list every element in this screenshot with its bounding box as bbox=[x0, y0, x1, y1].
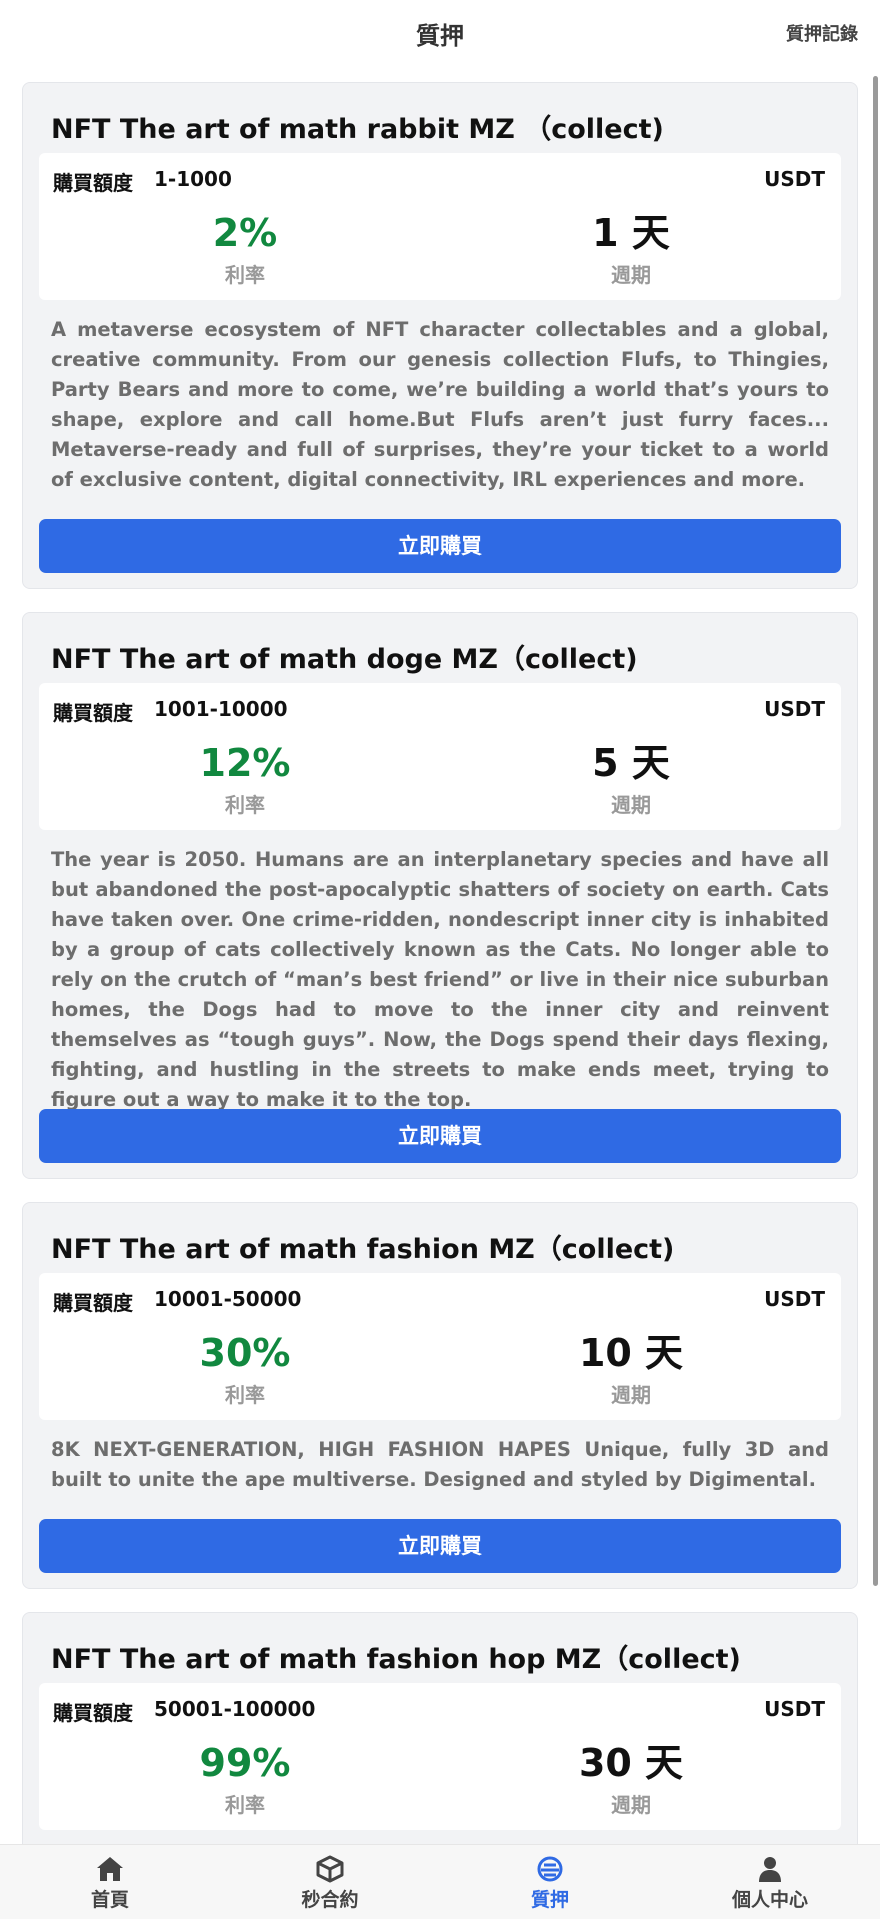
period-label: 週期 bbox=[611, 1383, 651, 1407]
product-list[interactable]: NFT The art of math rabbit MZ （collect) … bbox=[0, 62, 880, 1844]
user-icon bbox=[759, 1857, 781, 1882]
currency-label: USDT bbox=[764, 167, 825, 191]
rate-label: 利率 bbox=[225, 1793, 265, 1817]
tab-profile[interactable]: 個人中心 bbox=[660, 1845, 880, 1919]
rate-label: 利率 bbox=[225, 263, 265, 287]
product-card: NFT The art of math fashion MZ（collect) … bbox=[22, 1202, 858, 1589]
period-value: 1 天 bbox=[592, 211, 670, 255]
period-stat: 30 天 週期 bbox=[481, 1741, 781, 1818]
product-description: 8K NEXT-GENERATION, HIGH FASHION HAPES U… bbox=[51, 1438, 829, 1491]
period-stat: 1 天 週期 bbox=[481, 211, 781, 288]
rate-value: 12% bbox=[199, 741, 291, 785]
period-label: 週期 bbox=[611, 793, 651, 817]
rate-stat: 30% 利率 bbox=[95, 1331, 395, 1408]
buy-now-button[interactable]: 立即購買 bbox=[39, 519, 841, 573]
tab-label: 個人中心 bbox=[731, 1889, 808, 1911]
period-label: 週期 bbox=[611, 1793, 651, 1817]
tab-home[interactable]: 首頁 bbox=[0, 1845, 220, 1919]
buy-now-button[interactable]: 立即購買 bbox=[39, 1519, 841, 1573]
product-title: NFT The art of math rabbit MZ （collect) bbox=[51, 114, 664, 145]
vertical-scrollbar[interactable] bbox=[873, 76, 878, 1586]
tab-contract[interactable]: 秒合約 bbox=[220, 1845, 440, 1919]
product-info: 購買額度 1001-10000 USDT 12% 利率 5 天 週期 bbox=[39, 683, 841, 830]
product-title: NFT The art of math doge MZ（collect) bbox=[51, 644, 638, 675]
cube-icon bbox=[316, 1855, 344, 1883]
period-value: 30 天 bbox=[578, 1741, 684, 1785]
product-card: NFT The art of math fashion hop MZ（colle… bbox=[22, 1612, 858, 1844]
period-value: 10 天 bbox=[578, 1331, 684, 1375]
period-stat: 5 天 週期 bbox=[481, 741, 781, 818]
rate-value: 2% bbox=[212, 211, 278, 255]
rate-stat: 2% 利率 bbox=[95, 211, 395, 288]
tab-stake[interactable]: 質押 bbox=[440, 1845, 660, 1919]
period-stat: 10 天 週期 bbox=[481, 1331, 781, 1408]
home-icon bbox=[97, 1857, 123, 1881]
quota-value: 10001-50000 bbox=[154, 1287, 302, 1311]
period-label: 週期 bbox=[611, 263, 651, 287]
buy-now-button[interactable]: 立即購買 bbox=[39, 1109, 841, 1163]
product-card: NFT The art of math doge MZ（collect) 購買額… bbox=[22, 612, 858, 1179]
period-value: 5 天 bbox=[592, 741, 670, 785]
stake-records-link[interactable]: 質押記錄 bbox=[786, 20, 858, 46]
tab-label: 質押 bbox=[530, 1889, 569, 1911]
quota-value: 50001-100000 bbox=[154, 1697, 316, 1721]
product-card: NFT The art of math rabbit MZ （collect) … bbox=[22, 82, 858, 589]
product-description: The year is 2050. Humans are an interpla… bbox=[51, 848, 829, 1111]
tab-label: 首頁 bbox=[90, 1889, 129, 1911]
rate-label: 利率 bbox=[225, 793, 265, 817]
rate-value: 30% bbox=[199, 1331, 291, 1375]
currency-label: USDT bbox=[764, 1287, 825, 1311]
page-title: 質押 bbox=[416, 22, 464, 50]
product-description: A metaverse ecosystem of NFT character c… bbox=[51, 318, 829, 491]
currency-label: USDT bbox=[764, 697, 825, 721]
rate-value: 99% bbox=[199, 1741, 291, 1785]
quota-value: 1-1000 bbox=[154, 167, 232, 191]
rate-stat: 12% 利率 bbox=[95, 741, 395, 818]
product-info: 購買額度 50001-100000 USDT 99% 利率 30 天 週期 bbox=[39, 1683, 841, 1830]
app-header: 質押 質押記錄 bbox=[0, 0, 880, 62]
bottom-tab-bar: 首頁 秒合約 質押 個人中心 bbox=[0, 1844, 880, 1919]
quota-label: 購買額度 bbox=[53, 1291, 133, 1315]
rate-stat: 99% 利率 bbox=[95, 1741, 395, 1818]
product-info: 購買額度 1-1000 USDT 2% 利率 1 天 週期 bbox=[39, 153, 841, 300]
product-info: 購買額度 10001-50000 USDT 30% 利率 10 天 週期 bbox=[39, 1273, 841, 1420]
stake-icon bbox=[537, 1856, 563, 1882]
quota-value: 1001-10000 bbox=[154, 697, 288, 721]
product-title: NFT The art of math fashion MZ（collect) bbox=[51, 1234, 675, 1265]
quota-label: 購買額度 bbox=[53, 1701, 133, 1725]
currency-label: USDT bbox=[764, 1697, 825, 1721]
quota-label: 購買額度 bbox=[53, 171, 133, 195]
quota-label: 購買額度 bbox=[53, 701, 133, 725]
rate-label: 利率 bbox=[225, 1383, 265, 1407]
product-title: NFT The art of math fashion hop MZ（colle… bbox=[51, 1644, 741, 1675]
tab-label: 秒合約 bbox=[301, 1889, 359, 1911]
